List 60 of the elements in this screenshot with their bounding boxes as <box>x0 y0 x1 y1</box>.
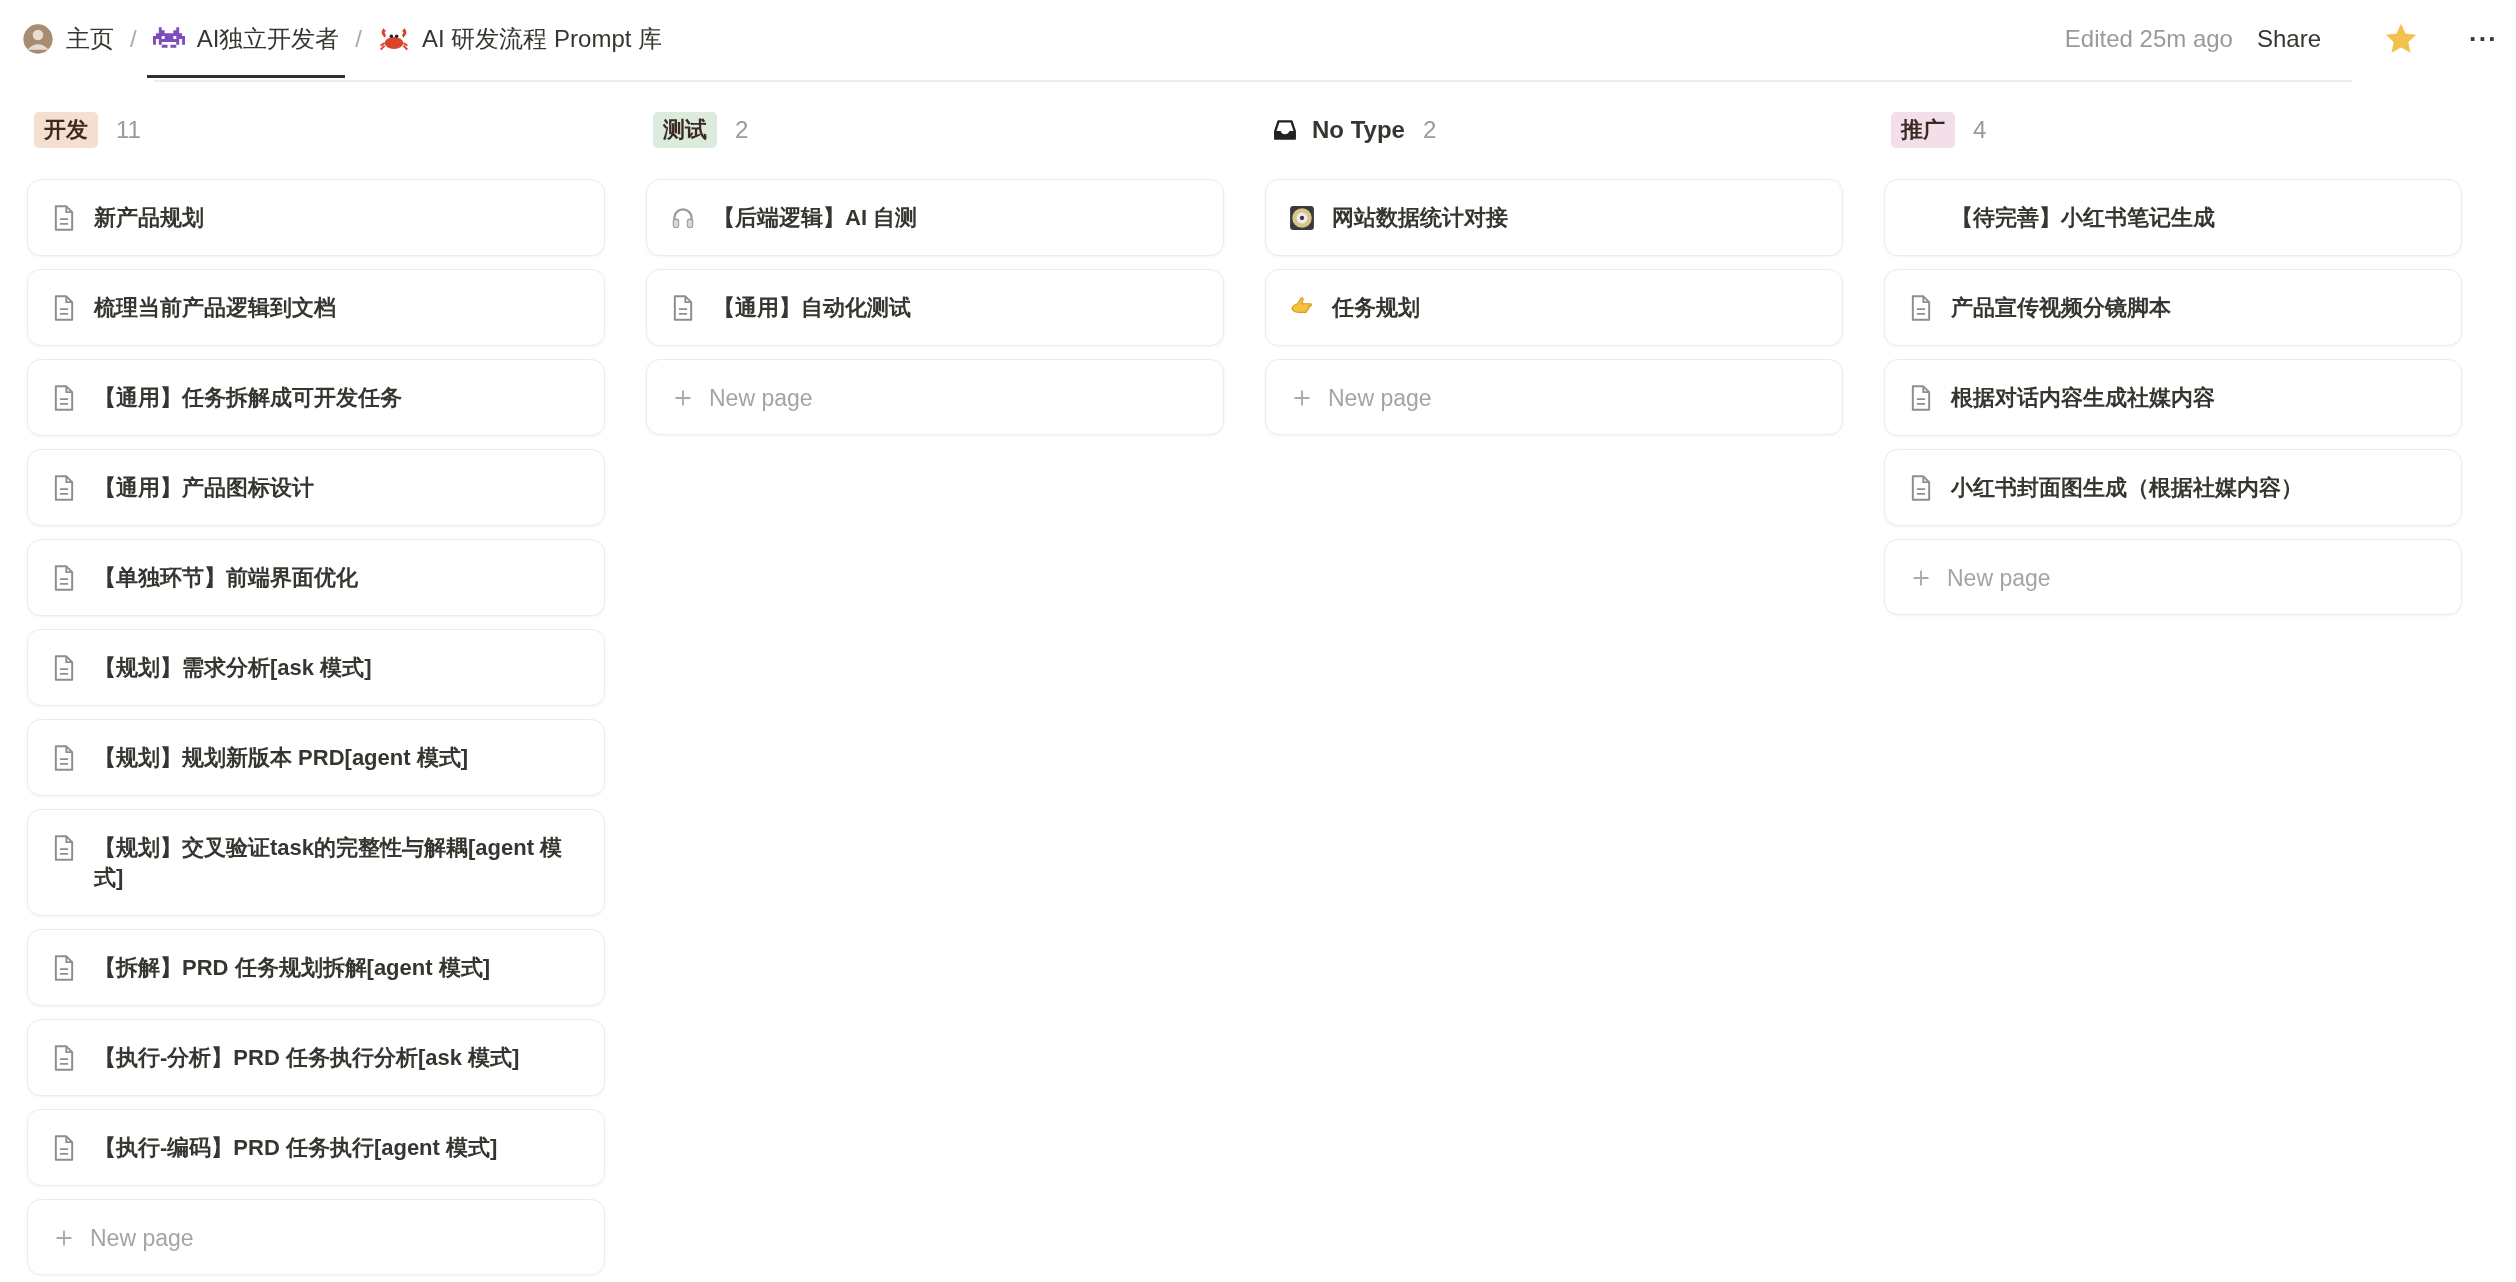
card-title: 【单独环节】前端界面优化 <box>94 564 358 592</box>
page-card[interactable]: 【规划】交叉验证task的完整性与解耦[agent 模式] <box>27 809 605 916</box>
group-tag: 推广 <box>1891 112 1955 148</box>
card-title: 任务规划 <box>1332 294 1420 322</box>
card-title: 【通用】产品图标设计 <box>94 474 314 502</box>
group-count: 2 <box>1422 116 1437 144</box>
card-title: 网站数据统计对接 <box>1332 204 1508 232</box>
card-title: 【执行-分析】PRD 任务执行分析[ask 模式] <box>94 1044 520 1072</box>
page-card[interactable]: 【拆解】PRD 任务规划拆解[agent 模式] <box>27 929 605 1006</box>
page-card[interactable]: 网站数据统计对接 <box>1265 179 1843 256</box>
card-title: 小红书封面图生成（根据社媒内容） <box>1951 474 2303 502</box>
page-card[interactable]: 新产品规划 <box>27 179 605 256</box>
breadcrumb-separator: / <box>129 24 138 54</box>
card-title: 【通用】任务拆解成可开发任务 <box>94 384 402 412</box>
inbox-tray-icon <box>1272 117 1298 143</box>
page-card[interactable]: 【待完善】小红书笔记生成 <box>1884 179 2462 256</box>
page-card[interactable]: 梳理当前产品逻辑到文档 <box>27 269 605 346</box>
page-card[interactable]: 【执行-分析】PRD 任务执行分析[ask 模式] <box>27 1019 605 1096</box>
favorite-star-icon[interactable] <box>2385 23 2417 55</box>
plus-icon <box>54 1228 74 1248</box>
group-tag: 开发 <box>34 112 98 148</box>
card-title: 梳理当前产品逻辑到文档 <box>94 294 336 322</box>
group-count: 2 <box>735 116 749 144</box>
page-card[interactable]: 【执行-编码】PRD 任务执行[agent 模式] <box>27 1109 605 1186</box>
plus-icon <box>1911 568 1931 588</box>
card-title: 【待完善】小红书笔记生成 <box>1951 204 2215 232</box>
card-title: 【通用】自动化测试 <box>713 294 911 322</box>
card-title: 【后端逻辑】AI 自测 <box>713 204 918 232</box>
card-title: 【规划】需求分析[ask 模式] <box>94 654 372 682</box>
page-card[interactable]: 【通用】产品图标设计 <box>27 449 605 526</box>
plus-icon <box>673 388 693 408</box>
card-title: 根据对话内容生成社媒内容 <box>1951 384 2215 412</box>
breadcrumb-link[interactable]: AI 研发流程 Prompt 库 <box>372 0 669 78</box>
page-card[interactable]: 【单独环节】前端界面优化 <box>27 539 605 616</box>
group-count: 4 <box>1973 116 1987 144</box>
plus-icon <box>1292 388 1312 408</box>
card-title: 新产品规划 <box>94 204 204 232</box>
group-count: 11 <box>116 116 141 144</box>
card-title: 【规划】规划新版本 PRD[agent 模式] <box>94 744 468 772</box>
breadcrumb-link[interactable]: 主页 <box>16 0 120 78</box>
page-card[interactable]: 【规划】规划新版本 PRD[agent 模式] <box>27 719 605 796</box>
page-card[interactable]: 【后端逻辑】AI 自测 <box>646 179 1224 256</box>
card-title: 产品宣传视频分镜脚本 <box>1951 294 2171 322</box>
page-card[interactable]: 根据对话内容生成社媒内容 <box>1884 359 2462 436</box>
card-title: 【规划】交叉验证task的完整性与解耦[agent 模式] <box>94 834 564 892</box>
group-title: No Type <box>1312 116 1405 144</box>
page-card[interactable]: 产品宣传视频分镜脚本 <box>1884 269 2462 346</box>
share-button[interactable]: Share <box>2254 21 2323 57</box>
card-title: 【拆解】PRD 任务规划拆解[agent 模式] <box>94 954 490 982</box>
page-card[interactable]: 任务规划 <box>1265 269 1843 346</box>
avatar-icon <box>22 23 54 55</box>
breadcrumb-separator: / <box>354 24 364 54</box>
page-card[interactable]: 小红书封面图生成（根据社媒内容） <box>1884 449 2462 526</box>
edited-timestamp: Edited 25m ago <box>2064 25 2233 53</box>
page-card[interactable]: 【规划】需求分析[ask 模式] <box>27 629 605 706</box>
page-card[interactable]: 【通用】任务拆解成可开发任务 <box>27 359 605 436</box>
page-card[interactable]: 【通用】自动化测试 <box>646 269 1224 346</box>
group-tag: 测试 <box>653 112 717 148</box>
card-title: 【执行-编码】PRD 任务执行[agent 模式] <box>94 1134 498 1162</box>
more-options-button[interactable]: ··· <box>2469 23 2498 55</box>
